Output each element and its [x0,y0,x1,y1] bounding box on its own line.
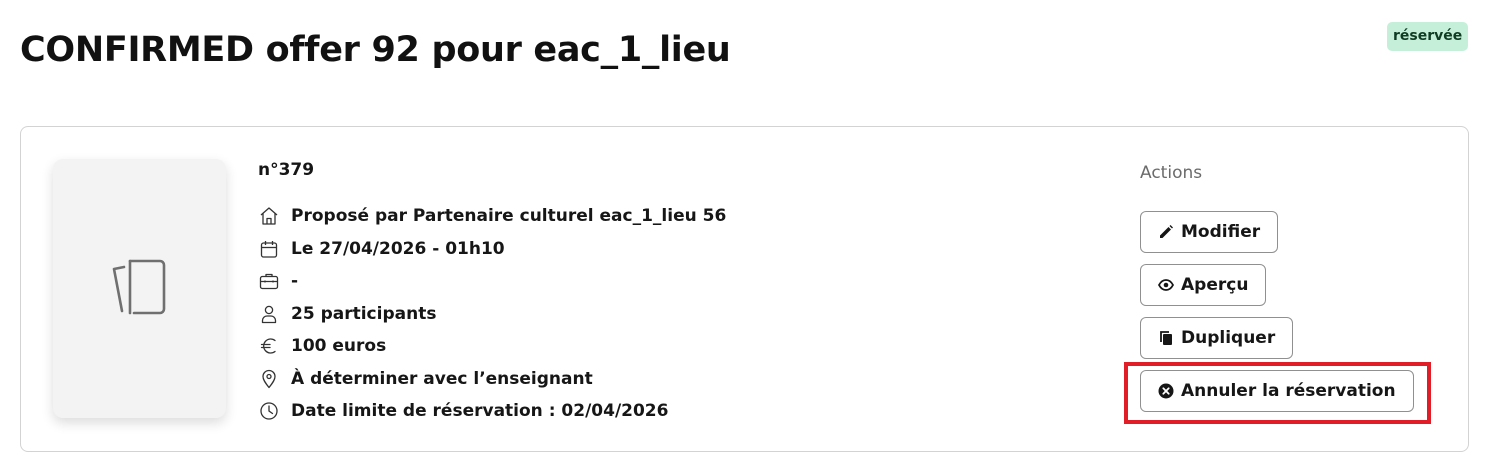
detail-row-location: À déterminer avec l’enseignant [258,363,726,396]
location-pin-icon [258,368,280,390]
clock-icon [258,400,280,422]
preview-button[interactable]: Aperçu [1140,264,1267,306]
calendar-icon [258,238,280,260]
actions-title: Actions [1140,163,1203,183]
cancel-booking-button[interactable]: Annuler la réservation [1140,370,1414,412]
offer-number: n°379 [258,160,315,180]
detail-row-participants: 25 participants [258,298,726,331]
detail-row-date: Le 27/04/2026 - 01h10 [258,233,726,266]
preview-button-label: Aperçu [1181,275,1249,295]
user-icon [258,303,280,325]
close-circle-icon [1158,383,1174,399]
offer-thumbnail [53,159,226,418]
detail-row-deadline: Date limite de réservation : 02/04/2026 [258,395,726,428]
offer-page: CONFIRMED offer 92 pour eac_1_lieu réser… [0,0,1508,476]
detail-venue-text: Proposé par Partenaire culturel eac_1_li… [291,206,727,227]
eye-icon [1158,277,1174,293]
image-placeholder-icon [110,257,170,321]
cancel-booking-button-label: Annuler la réservation [1181,381,1396,401]
modify-button-label: Modifier [1181,222,1261,242]
modify-button[interactable]: Modifier [1140,211,1279,253]
duplicate-button-label: Dupliquer [1181,328,1276,348]
offer-detail-list: Proposé par Partenaire culturel eac_1_li… [258,200,726,428]
detail-location-text: À déterminer avec l’enseignant [291,368,593,389]
detail-row-venue: Proposé par Partenaire culturel eac_1_li… [258,200,726,233]
actions-panel: Actions [1140,160,1202,186]
detail-price-text: 100 euros [291,336,387,357]
detail-date-text: Le 27/04/2026 - 01h10 [291,238,505,259]
detail-row-format: - [258,265,726,298]
detail-participants-text: 25 participants [291,303,437,324]
euro-icon [258,335,280,357]
detail-format-text: - [291,271,299,292]
briefcase-icon [258,270,280,292]
detail-row-price: 100 euros [258,330,726,363]
copy-icon [1158,330,1174,346]
house-icon [258,205,280,227]
status-badge: réservée [1387,22,1469,51]
duplicate-button[interactable]: Dupliquer [1140,317,1294,359]
page-title: CONFIRMED offer 92 pour eac_1_lieu [20,30,731,70]
offer-info: n°379 Proposé par Partenaire culturel ea… [258,157,726,428]
pencil-icon [1158,224,1174,240]
detail-deadline-text: Date limite de réservation : 02/04/2026 [291,401,669,422]
